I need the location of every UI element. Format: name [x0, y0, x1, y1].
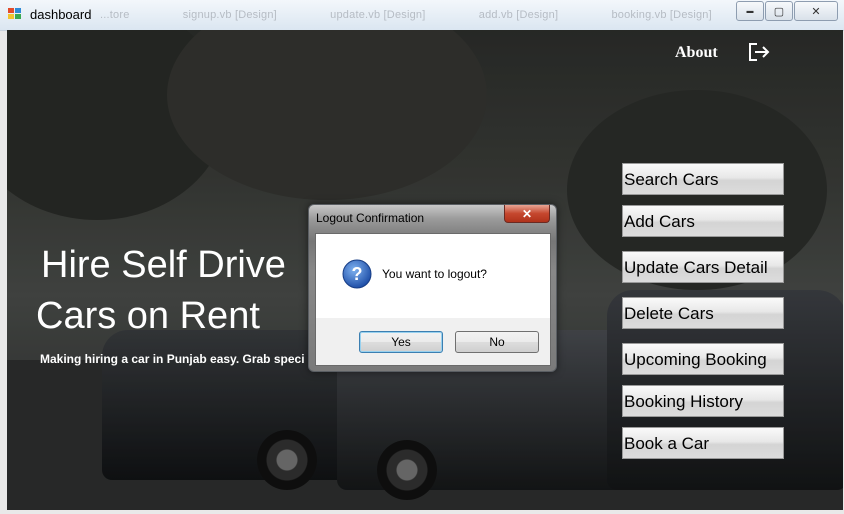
logout-dialog: Logout Confirmation ✕ ? You want to logo… — [308, 204, 557, 372]
minimize-button[interactable]: ▬ — [736, 1, 764, 21]
background-tab: booking.vb [Design] — [611, 9, 712, 21]
app-icon — [8, 8, 22, 20]
logout-icon[interactable] — [748, 42, 770, 62]
dialog-button-bar: Yes No — [316, 318, 550, 365]
hero-subtitle: Making hiring a car in Punjab easy. Grab… — [40, 352, 305, 366]
booking-history-button[interactable]: Booking History — [622, 385, 784, 417]
dialog-message: You want to logout? — [382, 267, 487, 281]
add-cars-button[interactable]: Add Cars — [622, 205, 784, 237]
question-icon: ? — [342, 259, 372, 289]
hero-heading-line1: Hire Self Drive — [41, 244, 286, 286]
book-a-car-button[interactable]: Book a Car — [622, 427, 784, 459]
upcoming-booking-button[interactable]: Upcoming Booking — [622, 343, 784, 375]
dialog-body: ? You want to logout? Yes No — [315, 233, 551, 366]
no-button[interactable]: No — [455, 331, 539, 353]
window-bottom-edge — [0, 510, 844, 514]
svg-text:?: ? — [352, 264, 363, 284]
window-controls: ▬ ▢ ✕ — [735, 1, 838, 21]
background-tab: add.vb [Design] — [478, 9, 559, 21]
minimize-icon: ▬ — [746, 7, 754, 15]
about-link[interactable]: About — [675, 44, 718, 62]
background-tabs: ...tore signup.vb [Design] update.vb [De… — [100, 9, 762, 21]
maximize-icon: ▢ — [773, 5, 785, 18]
delete-cars-button[interactable]: Delete Cars — [622, 297, 784, 329]
yes-button[interactable]: Yes — [359, 331, 443, 353]
background-tab: signup.vb [Design] — [182, 9, 277, 21]
close-icon: ✕ — [811, 5, 821, 18]
update-cars-detail-button[interactable]: Update Cars Detail — [622, 251, 784, 283]
background-tab: ...tore — [100, 9, 130, 21]
background-tab: update.vb [Design] — [330, 9, 426, 21]
window-title: dashboard — [30, 7, 92, 22]
dialog-close-button[interactable]: ✕ — [504, 205, 550, 223]
window-close-button[interactable]: ✕ — [794, 1, 838, 21]
window-titlebar: dashboard ...tore signup.vb [Design] upd… — [0, 0, 844, 31]
dialog-title: Logout Confirmation — [316, 211, 425, 225]
search-cars-button[interactable]: Search Cars — [622, 163, 784, 195]
hero-heading-line2: Cars on Rent — [36, 295, 260, 337]
maximize-button[interactable]: ▢ — [765, 1, 793, 21]
close-icon: ✕ — [521, 206, 533, 221]
